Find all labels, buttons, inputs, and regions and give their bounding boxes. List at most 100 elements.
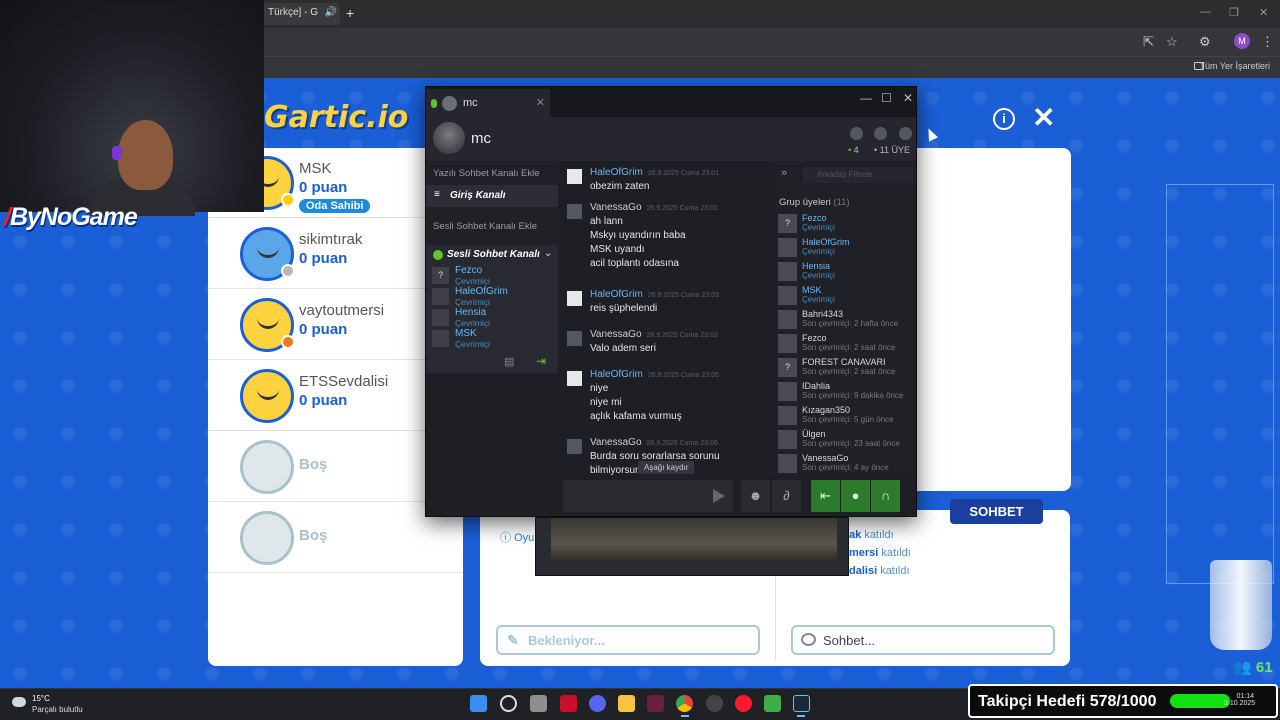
android-app-icon[interactable] [764, 695, 781, 712]
voice-member[interactable]: MSK Çevrimiçi [432, 328, 558, 350]
sender-name[interactable]: VanessaGo 26.9.2025 Cuma 23:03 [590, 329, 718, 340]
drawing-area[interactable] [917, 148, 1071, 491]
group-members-count: (11) [833, 197, 850, 208]
start-icon[interactable] [470, 695, 487, 712]
brand-logo: /ByNoGame [4, 203, 138, 231]
maximize-window-button[interactable]: ❐ [1229, 6, 1239, 19]
member-item[interactable]: IDahlia Son çevrimiçi: 9 dakika önce [778, 379, 916, 403]
close-icon[interactable]: ✕ [1032, 104, 1055, 132]
obs-icon[interactable] [706, 695, 723, 712]
sender-name[interactable]: HaleOfGrim 26.9.2025 Cuma 23:01 [590, 167, 719, 178]
steam-minimize-button[interactable]: — [860, 91, 872, 105]
message-input[interactable] [563, 480, 733, 512]
member-avatar [778, 406, 797, 425]
speaker-icon[interactable]: 🔊 [325, 7, 337, 18]
task-view-icon[interactable] [530, 695, 547, 712]
leave-voice-icon[interactable]: ⇥ [536, 354, 546, 368]
discord-icon[interactable] [589, 695, 606, 712]
sender-name[interactable]: VanessaGo 26.9.2025 Cuma 23:06 [590, 437, 718, 448]
scroll-down-tooltip[interactable]: Aşağı kaydır [638, 461, 695, 474]
chat-input[interactable]: Sohbet... [791, 625, 1055, 655]
leave-voice-button[interactable]: ⇤ [811, 480, 840, 512]
bookmark-star-icon[interactable]: ☆ [1166, 34, 1178, 50]
sender-avatar[interactable] [567, 371, 582, 386]
voice-channel-header[interactable]: Sesli Sohbet Kanalı ⌄ [426, 245, 558, 265]
media-app-icon[interactable] [647, 695, 664, 712]
member-item[interactable]: MSK Çevrimiçi [778, 283, 916, 307]
log-line: mersi katıldı [849, 547, 911, 559]
sender-avatar[interactable] [567, 439, 582, 454]
exit-icon: ⇤ [820, 488, 831, 503]
sender-avatar[interactable] [567, 204, 582, 219]
all-bookmarks-link[interactable]: Tüm Yer İşaretleri [1199, 61, 1270, 71]
member-item[interactable]: Ülgen Son çevrimiçi: 23 saat önce [778, 427, 916, 451]
member-search-input[interactable]: Arkadaş Filtrele [803, 167, 913, 183]
message-text: MSK uyandı [590, 244, 645, 255]
add-voice-channel[interactable]: Sesli Sohbet Kanalı Ekle [433, 221, 537, 232]
browser-tab[interactable]: Türkçe] - G 🔊 ✕ [262, 3, 340, 25]
opera-icon[interactable] [735, 695, 752, 712]
add-text-channel[interactable]: Yazılı Sohbet Kanalı Ekle [433, 168, 540, 179]
voice-member[interactable]: Hensia Çevrimiçi [432, 307, 558, 329]
member-item[interactable]: Fezco Son çevrimiçi: 2 saat önce [778, 331, 916, 355]
sender-avatar[interactable] [567, 331, 582, 346]
member-item[interactable]: HaleOfGrim Çevrimiçi [778, 235, 916, 259]
steam-close-button[interactable]: ✕ [903, 91, 913, 105]
member-item[interactable]: VanessaGo Son çevrimiçi: 4 ay önce [778, 451, 916, 475]
search-icon[interactable] [500, 695, 517, 712]
profile-avatar[interactable]: M [1234, 33, 1250, 49]
steam-maximize-button[interactable]: ☐ [881, 91, 892, 105]
voice-channel[interactable]: Sesli Sohbet Kanalı ⌄ ? Fezco Çevrimiçi Hal… [426, 245, 558, 351]
sohbet-tab[interactable]: SOHBET [950, 499, 1043, 524]
sender-name[interactable]: VanessaGo 26.9.2025 Cuma 23:01 [590, 202, 718, 213]
extensions-icon[interactable]: ⚙ [1199, 34, 1211, 50]
member-item[interactable]: ? FOREST CANAVARI Son çevrimiçi: 2 saat ön… [778, 355, 916, 379]
member-item[interactable]: Kızagan350 Son çevrimiçi: 5 gün önce [778, 403, 916, 427]
bell-icon[interactable] [850, 127, 863, 140]
member-status: Çevrimiçi [802, 295, 835, 304]
mic-button[interactable]: ● [841, 480, 870, 512]
sender-avatar[interactable] [567, 169, 582, 184]
member-item[interactable]: Hensia Çevrimiçi [778, 259, 916, 283]
voice-channel-name: Sesli Sohbet Kanalı [447, 249, 540, 260]
member-item[interactable]: ? Fezco Çevrimiçi [778, 211, 916, 235]
steam-chat-tab[interactable]: mc ✕ [426, 89, 550, 117]
system-clock[interactable]: 01:14 3.10.2025 [1224, 693, 1255, 707]
sender-name[interactable]: HaleOfGrim 26.9.2025 Cuma 23:05 [590, 369, 719, 380]
chat-placeholder: Sohbet... [823, 633, 876, 648]
attach-button[interactable]: ∂ [772, 480, 801, 512]
voice-member[interactable]: HaleOfGrim Çevrimiçi [432, 286, 558, 308]
browser-menu-icon[interactable]: ⋮ [1261, 34, 1274, 50]
text-channel-giris[interactable]: ≡ Giriş Kanalı [426, 185, 558, 207]
message-text: açlık kafama vurmuş [590, 411, 682, 422]
info-icon[interactable]: i [993, 108, 1015, 130]
headphones-button[interactable]: ∩ [871, 480, 900, 512]
log-player-name: ak [849, 529, 862, 541]
voice-settings-icon[interactable]: ▤ [504, 355, 514, 368]
cast-icon[interactable]: ⇱ [1143, 34, 1154, 50]
close-window-button[interactable]: ✕ [1259, 6, 1268, 19]
minimize-window-button[interactable]: — [1200, 6, 1211, 18]
voice-member[interactable]: ? Fezco Çevrimiçi [432, 265, 558, 287]
group-members-header: Grup üyeleri (11) [779, 197, 850, 208]
send-icon[interactable] [713, 489, 725, 503]
file-explorer-icon[interactable] [618, 695, 635, 712]
message-timestamp: 26.9.2025 Cuma 23:03 [647, 292, 720, 299]
member-status: Son çevrimiçi: 4 ay önce [802, 463, 889, 472]
answer-input[interactable]: ✎ Bekleniyor... [496, 625, 760, 655]
sender-name-text: HaleOfGrim [590, 167, 643, 178]
sender-name[interactable]: HaleOfGrim 26.9.2025 Cuma 23:03 [590, 289, 719, 300]
chrome-icon[interactable] [676, 695, 693, 712]
chevron-down-icon[interactable]: ⌄ [544, 248, 552, 259]
collapse-members-icon[interactable]: » [781, 167, 787, 179]
sender-avatar[interactable] [567, 291, 582, 306]
member-name: MSK [802, 285, 822, 295]
tab-close-icon[interactable]: ✕ [536, 96, 545, 109]
steam-icon[interactable] [793, 695, 810, 712]
member-item[interactable]: Bahri4343 Son çevrimiçi: 2 hafta önce [778, 307, 916, 331]
emoji-button[interactable]: ☻ [741, 480, 770, 512]
new-tab-button[interactable]: + [346, 5, 354, 21]
add-friend-icon[interactable] [874, 127, 887, 140]
app-icon-red[interactable] [560, 695, 577, 712]
settings-icon[interactable] [899, 127, 912, 140]
